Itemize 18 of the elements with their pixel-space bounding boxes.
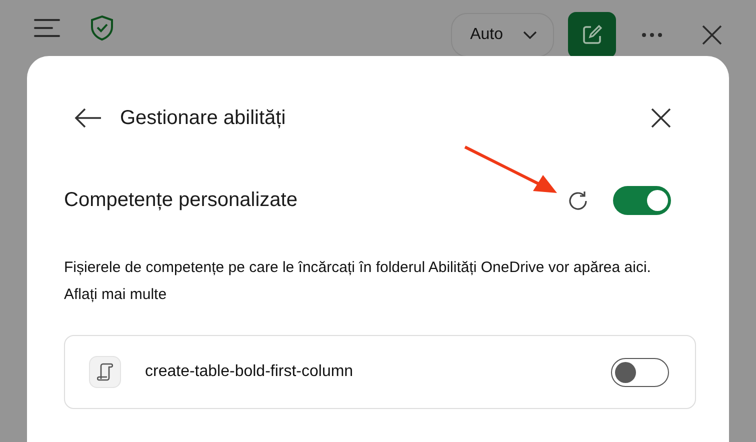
mode-dropdown[interactable]: Auto	[451, 13, 554, 57]
compose-icon	[581, 24, 603, 46]
menu-icon[interactable]	[34, 19, 60, 37]
back-icon[interactable]	[74, 108, 102, 128]
scroll-icon	[89, 356, 121, 388]
skill-name: create-table-bold-first-column	[145, 363, 354, 381]
chevron-down-icon	[523, 31, 537, 39]
more-icon[interactable]	[642, 33, 662, 37]
toggle-switch[interactable]	[613, 186, 671, 215]
section-heading: Competențe personalizate	[64, 189, 298, 212]
dialog-title: Gestionare abilități	[120, 106, 286, 130]
description-text: Fișierele de competențe pe care le încărcați în folderul Abilități OneDrive vor apărea aici.	[64, 259, 652, 276]
close-icon[interactable]	[651, 108, 671, 128]
refresh-icon[interactable]	[567, 190, 589, 212]
learn-more-link[interactable]: Aflați mai multe	[64, 286, 167, 303]
shield-check-icon[interactable]	[90, 15, 114, 41]
toggle-switch[interactable]	[611, 358, 669, 386]
compose-button[interactable]	[568, 12, 616, 58]
